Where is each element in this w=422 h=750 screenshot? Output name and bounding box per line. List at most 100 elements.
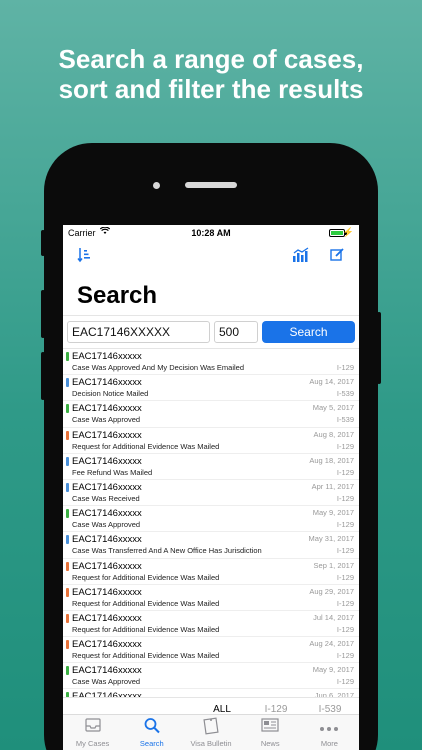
case-form-type: I-129: [336, 651, 354, 661]
case-row[interactable]: EAC17146xxxxx Request for Additional Evid…: [63, 428, 359, 454]
case-form-type: I-129: [336, 441, 354, 451]
status-color-bar: [66, 378, 69, 388]
case-status-text: Request for Additional Evidence Was Mail…: [72, 624, 220, 634]
case-date: Aug 24, 2017: [309, 639, 354, 649]
tab-label: Search: [139, 739, 164, 748]
case-date: May 9, 2017: [312, 508, 354, 518]
case-form-type: I-129: [336, 520, 354, 530]
case-form-type: I-129: [336, 624, 354, 634]
search-icon: [122, 717, 181, 739]
status-time: 10:28 AM: [191, 228, 231, 238]
tab-label: News: [260, 739, 280, 748]
case-row[interactable]: EAC17146xxxxx Request for Additional Evid…: [63, 585, 359, 611]
sort-icon[interactable]: [77, 247, 91, 268]
case-date: Aug 8, 2017: [313, 429, 354, 439]
case-receipt-number: EAC17146xxxxx: [72, 508, 142, 520]
case-status-text: Request for Additional Evidence Was Mail…: [72, 441, 220, 451]
results-list: EAC17146xxxxx Case Was Approved And My De…: [63, 349, 359, 697]
case-receipt-number: EAC17146xxxxx: [72, 612, 142, 624]
headline-line-1: Search a range of cases,: [58, 44, 364, 74]
case-date: May 31, 2017: [308, 534, 354, 544]
tab-bar: My Cases Search Visa Bulletin News More: [63, 714, 359, 750]
bulletin-icon: [181, 717, 240, 739]
case-status-text: Case Was Received: [72, 493, 140, 503]
receipt-number-input[interactable]: [67, 321, 210, 343]
speaker-grille: [185, 182, 237, 188]
case-date: May 5, 2017: [312, 403, 354, 413]
chart-icon[interactable]: [292, 247, 310, 268]
case-date: Sep 1, 2017: [313, 560, 354, 570]
tab-visa-bulletin[interactable]: Visa Bulletin: [181, 715, 240, 750]
search-bar: Search: [63, 315, 359, 349]
tab-search[interactable]: Search: [122, 715, 181, 750]
status-color-bar: [66, 352, 69, 361]
case-row[interactable]: EAC17146xxxxx Request for Additional Evid…: [63, 559, 359, 585]
case-date: Jun 6, 2017: [314, 691, 354, 697]
case-row[interactable]: EAC17146xxxxx Fee Refund Was Mailed Aug 18…: [63, 454, 359, 480]
status-color-bar: [66, 561, 69, 571]
case-status-text: Case Was Approved: [72, 520, 141, 530]
case-row[interactable]: EAC17146xxxxx Case Was Approved May 9, 201…: [63, 506, 359, 533]
case-row[interactable]: EAC17146xxxxx Case Was Approved May 5, 201…: [63, 401, 359, 428]
case-status-text: Case Was Approved And My Decision Was Em…: [72, 363, 245, 372]
tab-news[interactable]: News: [241, 715, 300, 750]
case-receipt-number: EAC17146xxxxx: [72, 534, 142, 546]
case-status-text: Fee Refund Was Mailed: [72, 467, 153, 477]
case-status-text: Request for Additional Evidence Was Mail…: [72, 598, 220, 608]
status-color-bar: [66, 587, 69, 597]
app-screen: Carrier 10:28 AM ⚡ Search EAC17146XXXXX …: [63, 225, 359, 750]
case-row[interactable]: EAC17146xxxxx Case Was Received Apr 11, 20…: [63, 480, 359, 507]
case-form-type: I-129: [336, 677, 354, 687]
case-status-text: Case Was Approved: [72, 677, 141, 687]
tab-more[interactable]: More: [300, 715, 359, 750]
status-color-bar: [66, 404, 69, 414]
case-status-text: Request for Additional Evidence Was Mail…: [72, 651, 220, 661]
case-row[interactable]: EAC17146xxxxx Case Was Transferred And A …: [63, 532, 359, 559]
page-title: Search: [77, 282, 158, 309]
case-receipt-number: EAC17146xxxxx: [72, 691, 142, 697]
case-form-type: I-129: [336, 467, 354, 477]
status-color-bar: [66, 535, 69, 545]
case-status-text: Case Was Approved: [72, 415, 141, 425]
edit-icon[interactable]: [330, 247, 345, 267]
case-date: Apr 11, 2017: [311, 481, 354, 491]
status-color-bar: [66, 482, 69, 492]
case-status-text: Case Was Transferred And A New Office Ha…: [72, 546, 262, 556]
case-form-type: I-129: [336, 493, 354, 503]
tab-my-cases[interactable]: My Cases: [63, 715, 122, 750]
camera-icon: [153, 182, 160, 189]
charging-icon: ⚡: [342, 227, 354, 237]
tab-label: Visa Bulletin: [190, 739, 232, 748]
case-receipt-number: EAC17146xxxxx: [72, 377, 142, 389]
case-row[interactable]: EAC17146xxxxx Case Was Approved May 9, 201…: [63, 663, 359, 690]
case-row[interactable]: EAC17146xxxxx Decision Notice Mailed Aug 1…: [63, 375, 359, 402]
status-color-bar: [66, 613, 69, 623]
case-row[interactable]: EAC17146xxxxx Request for Additional Evid…: [63, 637, 359, 664]
tab-label: My Cases: [75, 739, 110, 748]
promo-headline: Search a range of cases, sort and filter…: [0, 44, 422, 104]
status-color-bar: [66, 692, 69, 697]
status-color-bar: [66, 430, 69, 440]
case-receipt-number: EAC17146xxxxx: [72, 403, 142, 415]
inbox-icon: [63, 717, 122, 739]
case-receipt-number: EAC17146xxxxx: [72, 665, 142, 677]
nav-bar: [63, 241, 359, 271]
status-color-bar: [66, 640, 69, 650]
case-count-input[interactable]: [214, 321, 258, 343]
case-receipt-number: EAC17146xxxxx: [72, 586, 142, 598]
search-button[interactable]: Search: [262, 321, 355, 343]
case-receipt-number: EAC17146xxxxx: [72, 351, 142, 362]
case-receipt-number: EAC17146xxxxx: [72, 481, 142, 493]
more-icon: [300, 717, 359, 739]
case-row[interactable]: EAC17146xxxxx Case Was Approved And My De…: [63, 349, 359, 376]
case-form-type: I-539: [336, 415, 354, 425]
case-form-type: I-129: [336, 363, 354, 372]
case-receipt-number: EAC17146xxxxx: [72, 429, 142, 441]
case-row[interactable]: EAC17146xxxxx Request for Additional Evid…: [63, 611, 359, 638]
case-receipt-number: EAC17146xxxxx: [72, 455, 142, 467]
tab-label: More: [320, 739, 338, 748]
headline-line-2: sort and filter the results: [58, 74, 364, 104]
case-row[interactable]: EAC17146xxxxx Jun 6, 2017: [63, 689, 359, 697]
status-color-bar: [66, 456, 69, 466]
case-date: Jul 14, 2017: [313, 612, 354, 622]
